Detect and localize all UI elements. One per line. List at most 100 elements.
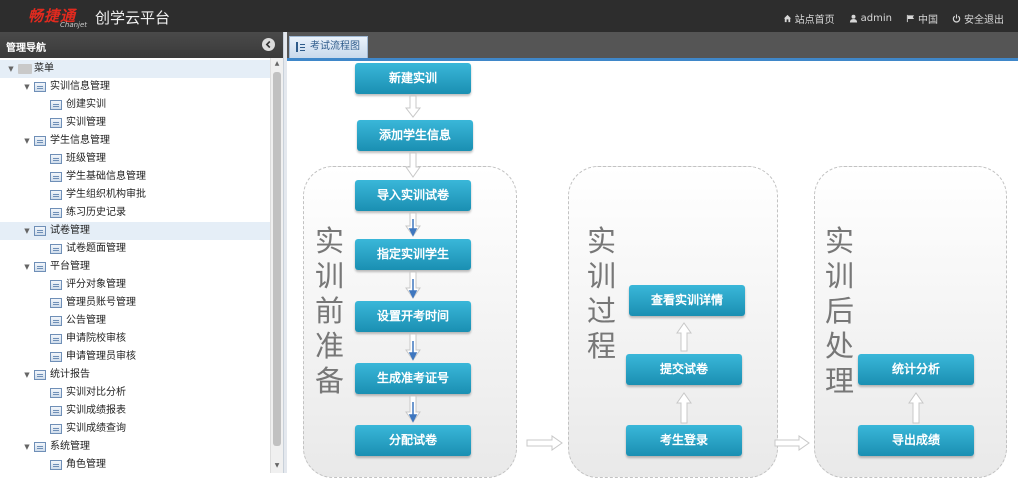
expand-toggle-icon[interactable]: ▼ (22, 366, 32, 384)
tree-leaf-item[interactable]: 公告管理 (0, 312, 270, 330)
list-icon (34, 82, 46, 92)
user-icon (849, 14, 857, 23)
folder-icon (18, 64, 32, 74)
tree-item-label: 练习历史记录 (66, 207, 126, 218)
tree-item-label: 实训管理 (66, 117, 106, 128)
expand-toggle-icon[interactable]: ▼ (22, 258, 32, 276)
navigation-tree: ▼ 菜单 ▼ 实训信息管理 创建实训 实训管理 ▼ 学生信息管理 班级管理 学生基础信息管理 学生组… (0, 58, 270, 473)
tree-item-label: 学生基础信息管理 (66, 171, 146, 182)
tree-leaf-item[interactable]: 创建实训 (0, 96, 270, 114)
sidebar-header: 管理导航 (0, 32, 283, 58)
tree-item-label: 实训对比分析 (66, 387, 126, 398)
tree-item-label: 实训成绩报表 (66, 405, 126, 416)
flow-arrows (404, 95, 924, 451)
sidebar-scrollbar[interactable]: ▲ ▼ (270, 58, 283, 473)
tree-group-item[interactable]: ▼ 统计报告 (0, 366, 270, 384)
home-icon (783, 14, 791, 23)
list-icon (50, 388, 62, 398)
tree-item-label: 角色管理 (66, 459, 106, 470)
tree-leaf-item[interactable]: 实训管理 (0, 114, 270, 132)
tree-group-item[interactable]: ▼ 学生信息管理 (0, 132, 270, 150)
tree-item-label: 统计报告 (50, 369, 90, 380)
tree-leaf-item[interactable]: 学生组织机构审批 (0, 186, 270, 204)
list-icon (50, 460, 62, 470)
arrow-up-icon (676, 322, 924, 424)
tree-leaf-item[interactable]: 申请院校审核 (0, 330, 270, 348)
scroll-up-arrow-icon[interactable]: ▲ (273, 60, 281, 68)
tree-leaf-item[interactable]: 实训成绩报表 (0, 402, 270, 420)
tree-leaf-item[interactable]: 评分对象管理 (0, 276, 270, 294)
collapse-sidebar-button[interactable] (262, 38, 275, 51)
tree-group-item[interactable]: ▼ 实训信息管理 (0, 78, 270, 96)
arrow-right-icon (526, 435, 810, 451)
tab-exam-flowchart[interactable]: 考试流程图 (289, 36, 368, 58)
tree-item-label: 学生信息管理 (50, 135, 110, 146)
tree-item-label: 学生组织机构审批 (66, 189, 146, 200)
power-icon (952, 14, 961, 23)
tree-item-label: 试卷题面管理 (66, 243, 126, 254)
list-icon (50, 208, 62, 218)
tree-leaf-item[interactable]: 角色管理 (0, 456, 270, 473)
sidebar-title: 管理导航 (6, 43, 46, 54)
tree-item-label: 申请院校审核 (66, 333, 126, 344)
list-icon (34, 370, 46, 380)
list-icon (50, 334, 62, 344)
tree-leaf-item[interactable]: 实训成绩查询 (0, 420, 270, 438)
top-header-bar: 畅捷通 Chanjet 创学云平台 站点首页 admin 中国 安全退出 (0, 0, 1018, 32)
home-link[interactable]: 站点首页 (783, 11, 835, 26)
tree-item-label: 菜单 (34, 63, 54, 74)
expand-toggle-icon[interactable]: ▼ (6, 60, 16, 78)
list-icon (34, 226, 46, 236)
home-link-label: 站点首页 (794, 15, 835, 26)
flag-icon (906, 14, 915, 23)
list-icon (50, 298, 62, 308)
sidebar: 管理导航 ▼ 菜单 ▼ 实训信息管理 创建实训 实训管理 ▼ 学生信息管理 班级管理 学生基础信息… (0, 32, 284, 473)
language-link-label: 中国 (918, 15, 938, 26)
logout-link-label: 安全退出 (964, 15, 1004, 26)
tree-item-label: 试卷管理 (50, 225, 90, 236)
tree-leaf-item[interactable]: 实训对比分析 (0, 384, 270, 402)
list-icon (50, 154, 62, 164)
user-link[interactable]: admin (849, 11, 892, 26)
language-link[interactable]: 中国 (906, 11, 938, 26)
tree-leaf-item[interactable]: 练习历史记录 (0, 204, 270, 222)
arrow-down-icon (404, 95, 422, 423)
tree-item-label: 系统管理 (50, 441, 90, 452)
list-icon (34, 442, 46, 452)
tree-group-item[interactable]: ▼ 系统管理 (0, 438, 270, 456)
tree-item-label: 申请管理员审核 (66, 351, 136, 362)
tree-leaf-item[interactable]: 管理员账号管理 (0, 294, 270, 312)
list-icon (296, 42, 306, 52)
expand-toggle-icon[interactable]: ▼ (22, 222, 32, 240)
app-title: 创学云平台 (95, 9, 171, 27)
tree-leaf-item[interactable]: 学生基础信息管理 (0, 168, 270, 186)
tab-bar: 考试流程图 (287, 32, 1018, 61)
list-icon (50, 190, 62, 200)
chanjet-logo-subtext: Chanjet (60, 21, 88, 29)
tab-label: 考试流程图 (310, 41, 360, 52)
tree-group-item[interactable]: ▼ 平台管理 (0, 258, 270, 276)
tree-item-label: 管理员账号管理 (66, 297, 136, 308)
list-icon (50, 316, 62, 326)
list-icon (50, 406, 62, 416)
list-icon (50, 244, 62, 254)
expand-toggle-icon[interactable]: ▼ (22, 438, 32, 456)
tree-item-label: 评分对象管理 (66, 279, 126, 290)
tree-item-label: 实训信息管理 (50, 81, 110, 92)
expand-toggle-icon[interactable]: ▼ (22, 78, 32, 96)
tree-leaf-item[interactable]: 申请管理员审核 (0, 348, 270, 366)
tree-leaf-item[interactable]: 班级管理 (0, 150, 270, 168)
expand-toggle-icon[interactable]: ▼ (22, 132, 32, 150)
flowchart-canvas: 实训前准备 实训过程 实训后处理 新建实训 添加学生信息 导入实训试卷 指定实训… (287, 61, 1018, 478)
scrollbar-thumb[interactable] (273, 72, 281, 446)
tree-leaf-item[interactable]: 试卷题面管理 (0, 240, 270, 258)
logout-link[interactable]: 安全退出 (952, 11, 1004, 26)
list-icon (50, 100, 62, 110)
list-icon (50, 172, 62, 182)
tree-item-label: 平台管理 (50, 261, 90, 272)
user-link-label: admin (860, 13, 892, 24)
tree-root-item[interactable]: ▼ 菜单 (0, 60, 270, 78)
tree-group-item[interactable]: ▼ 试卷管理 (0, 222, 270, 240)
tree-item-label: 创建实训 (66, 99, 106, 110)
scroll-down-arrow-icon[interactable]: ▼ (273, 462, 281, 470)
